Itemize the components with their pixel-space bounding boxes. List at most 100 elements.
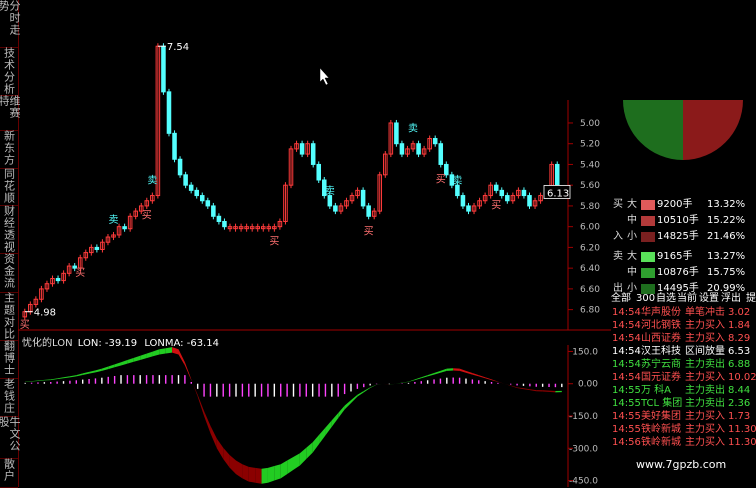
- lonma-band: [465, 370, 473, 375]
- volume-value: 9200手: [657, 199, 693, 210]
- lonma-band: [319, 427, 326, 444]
- low-price-label: 4.98: [34, 308, 56, 319]
- buy-signal: 买: [20, 319, 30, 331]
- lonma-band: [101, 366, 109, 371]
- candle-body: [438, 143, 444, 165]
- mouse-cursor-icon: [319, 67, 330, 86]
- filter-tab-6[interactable]: 提: [746, 292, 756, 306]
- last-price-label: 6.13: [547, 188, 569, 199]
- filter-tab-4[interactable]: 设置: [699, 292, 719, 306]
- lonma-band: [517, 387, 524, 390]
- sell-signal: 卖: [452, 175, 462, 187]
- filter-tab-bar: 全部 300 自选 当前 设置 浮出提: [611, 292, 756, 306]
- watermark: www.7gpzb.com: [636, 458, 727, 471]
- ticker-row[interactable]: 14:54 国元证券 主力买入 10.02: [611, 371, 756, 384]
- ticker-type: 主力买入: [685, 437, 725, 448]
- candle-body: [205, 200, 211, 207]
- ticker-time: 14:55: [612, 385, 641, 396]
- sell-volume-row: 中 10876手 15.75%: [611, 266, 756, 280]
- ticker-value: 1.73: [728, 411, 751, 422]
- candle-body: [122, 226, 127, 230]
- price-axis-tick: 5.80: [580, 202, 600, 212]
- lonma-band: [267, 466, 275, 483]
- lonma-band: [31, 380, 38, 382]
- ticker-type: 主力卖出: [685, 385, 725, 396]
- ticker-value: 2.36: [728, 398, 751, 409]
- lonma-band: [472, 372, 479, 377]
- lonma-band: [25, 381, 32, 382]
- filter-tab-2[interactable]: 自选: [656, 292, 676, 306]
- lonma-band: [389, 383, 396, 385]
- ticker-name: 万 科A: [641, 385, 672, 396]
- candle-body: [172, 132, 177, 160]
- buy-signal: 买: [364, 225, 374, 237]
- lonma-band: [312, 434, 320, 453]
- indicator-name: 忧化的LON: [22, 338, 73, 349]
- lonma-band: [178, 349, 185, 366]
- ticker-row[interactable]: 14:54 山西证券 主力买入 8.29: [611, 332, 756, 345]
- indicator-lonma: LONMA: -63.14: [144, 338, 219, 349]
- lonma-band: [421, 375, 428, 379]
- buy-volume-row: 中 10510手 15.22%: [611, 214, 756, 228]
- price-axis-tick: 5.40: [580, 160, 600, 170]
- lonma-band: [497, 381, 505, 384]
- lonma-band: [453, 368, 460, 371]
- candle-body: [466, 205, 471, 212]
- lonma-band: [542, 390, 550, 392]
- ticker-row[interactable]: 14:54 汉王科技 区间放量 6.53: [611, 345, 756, 358]
- lonma-band: [76, 373, 83, 377]
- ticker-type: 主力买入: [685, 333, 725, 344]
- filter-tab-3[interactable]: 当前: [677, 292, 697, 306]
- volume-value: 10510手: [657, 215, 699, 226]
- lonma-band: [82, 371, 90, 375]
- ticker-row[interactable]: 14:55 TCL 集团 主力卖出 2.36: [611, 397, 756, 410]
- ticker-type: 主力买入: [685, 372, 725, 383]
- lonma-band: [197, 394, 205, 416]
- sell-signal: 卖: [408, 123, 418, 135]
- ticker-value: 8.29: [728, 333, 751, 344]
- lonma-band: [216, 438, 224, 460]
- indicator-bars: [24, 347, 563, 484]
- lonma-band: [382, 383, 390, 385]
- candle-body: [366, 205, 371, 217]
- candle-body: [394, 122, 399, 145]
- percent-value: 13.27%: [707, 251, 746, 262]
- lonma-band: [440, 368, 447, 373]
- candle-body: [527, 195, 532, 207]
- ticker-time: 14:54: [612, 333, 641, 344]
- lonma-band: [293, 453, 300, 470]
- lonma-band: [108, 364, 115, 370]
- lonma-band: [191, 379, 198, 397]
- ticker-row[interactable]: 14:54 华声股份 单笔冲击 3.02: [611, 306, 756, 319]
- filter-tab-0[interactable]: 全部: [611, 292, 631, 306]
- candle-body: [216, 215, 222, 222]
- lonma-band: [459, 368, 466, 373]
- lonma-band: [555, 390, 562, 393]
- ticker-row[interactable]: 14:54 苏宁云商 主力卖出 6.88: [611, 358, 756, 371]
- percent-value: 15.22%: [707, 215, 746, 226]
- volume-value: 9165手: [657, 251, 693, 262]
- size-label: 中: [627, 215, 637, 226]
- lonma-band: [504, 383, 511, 386]
- ticker-name: 苏宁云商: [641, 359, 681, 370]
- lonma-band: [44, 379, 51, 381]
- ticker-name: TCL 集团: [641, 398, 683, 409]
- lonma-band: [242, 464, 249, 482]
- indicator-axis-tick: 0.00: [578, 380, 598, 390]
- buy-swatch: [641, 216, 655, 226]
- ticker-row[interactable]: 14:55 铁岭新城 主力买入 11.30: [611, 423, 756, 436]
- ticker-row[interactable]: 14:54 河北钢铁 主力买入 1.84: [611, 319, 756, 332]
- sell-signal: 卖: [109, 214, 119, 226]
- filter-tab-5[interactable]: 浮出: [721, 292, 741, 306]
- lonma-band: [414, 377, 422, 381]
- filter-tab-1[interactable]: 300: [636, 292, 655, 306]
- indicator-title: 忧化的LON LON: -39.19 LONMA: -63.14: [22, 334, 219, 349]
- ticker-row[interactable]: 14:56 铁岭新城 主力买入 11.30: [611, 436, 756, 449]
- ticker-row[interactable]: 14:55 美好集团 主力买入 1.73: [611, 410, 756, 423]
- size-label: 大: [627, 199, 637, 210]
- size-label: 大: [627, 251, 637, 262]
- ticker-row[interactable]: 14:55 万 科A 主力卖出 8.44: [611, 384, 756, 397]
- indicator-axis-tick: -150.0: [569, 412, 598, 422]
- price-axis-tick: 5.20: [580, 140, 600, 150]
- lonma-band: [485, 377, 492, 381]
